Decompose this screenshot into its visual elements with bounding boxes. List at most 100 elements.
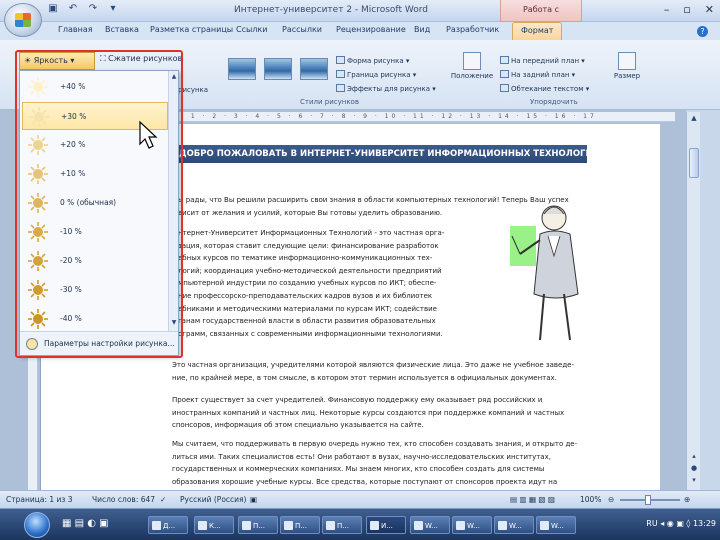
zoom-level[interactable]: 100% bbox=[580, 495, 601, 504]
ribbon-tabs: Главная Вставка Разметка страницы Ссылки… bbox=[0, 22, 720, 40]
save-icon[interactable]: ▣ bbox=[46, 3, 60, 14]
quick-launch-icons[interactable]: ▦ ▤ ◐ ▣ bbox=[62, 518, 109, 529]
picture-style-thumb[interactable] bbox=[228, 58, 256, 80]
scroll-thumb[interactable] bbox=[689, 148, 699, 178]
undo-icon[interactable]: ↶ bbox=[66, 3, 80, 14]
taskbar-button[interactable]: W... bbox=[494, 516, 534, 534]
tab-insert[interactable]: Вставка bbox=[105, 25, 139, 34]
tab-home[interactable]: Главная bbox=[58, 25, 93, 34]
brightness-option-label: +30 % bbox=[61, 112, 87, 121]
picture-style-thumb[interactable] bbox=[264, 58, 292, 80]
brightness-sun-icon bbox=[28, 135, 48, 155]
menu-scrollbar[interactable]: ▲ ▼ bbox=[168, 71, 178, 331]
close-icon[interactable]: ✕ bbox=[705, 3, 714, 16]
brightness-sun-icon bbox=[28, 222, 48, 242]
brightness-option[interactable]: -10 % bbox=[22, 218, 168, 246]
brightness-option[interactable]: -40 % bbox=[22, 305, 168, 333]
brightness-option-label: -10 % bbox=[60, 227, 82, 236]
tray-language[interactable]: RU bbox=[646, 519, 657, 528]
taskbar-button[interactable]: П... bbox=[322, 516, 362, 534]
status-bar: Страница: 1 из 3 Число слов: 647 ✓ Русск… bbox=[0, 490, 720, 508]
help-icon[interactable]: ? bbox=[697, 26, 708, 37]
picture-effects-button[interactable]: Эффекты для рисунка ▾ bbox=[336, 84, 436, 93]
menu-scroll-up-icon[interactable]: ▲ bbox=[169, 73, 179, 80]
bring-front-icon bbox=[500, 56, 509, 64]
brightness-option[interactable]: -20 % bbox=[22, 247, 168, 275]
brightness-button[interactable]: ☀ Яркость ▾ bbox=[19, 52, 95, 70]
maximize-icon[interactable]: ▫ bbox=[683, 3, 690, 16]
text-wrap-button[interactable]: Обтекание текстом ▾ bbox=[500, 84, 589, 93]
position-button[interactable]: Положение bbox=[450, 52, 494, 80]
brightness-option-label: +20 % bbox=[60, 140, 86, 149]
minimize-icon[interactable]: – bbox=[664, 3, 670, 16]
brightness-sun-icon bbox=[29, 107, 49, 127]
zoom-slider-knob[interactable] bbox=[645, 495, 651, 505]
tab-format[interactable]: Формат bbox=[512, 22, 563, 40]
tab-mailings[interactable]: Рассылки bbox=[282, 25, 322, 34]
brightness-option[interactable]: -30 % bbox=[22, 276, 168, 304]
picture-shape-button[interactable]: Форма рисунка ▾ bbox=[336, 56, 409, 65]
brightness-option-label: +40 % bbox=[60, 82, 86, 91]
office-logo-icon bbox=[15, 13, 31, 27]
size-button[interactable]: Размер bbox=[612, 52, 642, 80]
picture-options-item[interactable]: Параметры настройки рисунка... bbox=[20, 331, 178, 355]
brightness-sun-icon bbox=[28, 280, 48, 300]
tray-icons[interactable]: ◂ ◉ ▣ ◊ bbox=[660, 519, 690, 528]
customize-qat-icon[interactable]: ▾ bbox=[106, 3, 120, 14]
picture-style-thumb[interactable] bbox=[300, 58, 328, 80]
zoom-in-icon[interactable]: ⊕ bbox=[684, 495, 690, 504]
taskbar-button[interactable]: И... bbox=[366, 516, 406, 534]
brightness-option[interactable]: +40 % bbox=[22, 73, 168, 101]
next-page-icon[interactable]: ▾ bbox=[689, 476, 699, 486]
brightness-sun-icon bbox=[28, 164, 48, 184]
taskbar-button[interactable]: Д... bbox=[148, 516, 188, 534]
word-count[interactable]: Число слов: 647 bbox=[92, 495, 155, 504]
tab-review[interactable]: Рецензирование bbox=[336, 25, 406, 34]
document-banner: ДОБРО ПОЖАЛОВАТЬ В ИНТЕРНЕТ-УНИВЕРСИТЕТ … bbox=[175, 145, 587, 163]
paragraph-2: Это частная организация, учредителями ко… bbox=[172, 361, 575, 382]
tab-view[interactable]: Вид bbox=[414, 25, 430, 34]
menu-scroll-down-icon[interactable]: ▼ bbox=[169, 319, 179, 326]
taskbar-button[interactable]: W... bbox=[410, 516, 450, 534]
picture-options-label: Параметры настройки рисунка... bbox=[44, 339, 175, 348]
taskbar-button[interactable]: К... bbox=[194, 516, 234, 534]
fragment-label: рисунка bbox=[178, 86, 209, 94]
size-icon bbox=[618, 52, 636, 70]
bring-to-front-button[interactable]: На передний план ▾ bbox=[500, 56, 585, 65]
compress-pictures-button[interactable]: ⛶ Сжатие рисунков bbox=[100, 54, 182, 64]
tab-page-layout[interactable]: Разметка страницы bbox=[150, 25, 233, 34]
view-buttons[interactable]: ▤ ▥ ▦ ▧ ▨ bbox=[510, 495, 555, 504]
tab-developer[interactable]: Разработчик bbox=[446, 25, 499, 34]
proofing-icon[interactable]: ✓ bbox=[160, 495, 166, 504]
browse-object-icon[interactable]: ● bbox=[689, 464, 699, 474]
brightness-option-label: +10 % bbox=[60, 169, 86, 178]
clock[interactable]: 13:29 bbox=[693, 519, 716, 528]
brightness-menu: +40 % +30 % +20 % +10 % 0 % (обычная) -1… bbox=[19, 70, 179, 356]
shape-icon bbox=[336, 56, 345, 64]
tab-references[interactable]: Ссылки bbox=[236, 25, 267, 34]
brightness-sun-icon bbox=[28, 309, 48, 329]
quick-access-toolbar: ▣ ↶ ↷ ▾ bbox=[46, 3, 120, 14]
border-icon bbox=[336, 70, 345, 78]
send-back-icon bbox=[500, 70, 509, 78]
send-to-back-button[interactable]: На задний план ▾ bbox=[500, 70, 575, 79]
macro-icon[interactable]: ▣ bbox=[250, 495, 257, 504]
brightness-option[interactable]: +10 % bbox=[22, 160, 168, 188]
taskbar-button[interactable]: П... bbox=[280, 516, 320, 534]
taskbar-button[interactable]: W... bbox=[452, 516, 492, 534]
taskbar-button[interactable]: W... bbox=[536, 516, 576, 534]
picture-border-button[interactable]: Граница рисунка ▾ bbox=[336, 70, 416, 79]
office-button[interactable] bbox=[4, 3, 42, 37]
previous-page-icon[interactable]: ▴ bbox=[689, 452, 699, 462]
teacher-clipart[interactable] bbox=[510, 196, 590, 346]
scroll-up-icon[interactable]: ▲ bbox=[689, 114, 699, 124]
vertical-scrollbar[interactable]: ▲ ▴ ● ▾ bbox=[686, 112, 700, 490]
brightness-option[interactable]: 0 % (обычная) bbox=[22, 189, 168, 217]
page-counter[interactable]: Страница: 1 из 3 bbox=[6, 495, 73, 504]
taskbar-button[interactable]: П... bbox=[238, 516, 278, 534]
start-button[interactable] bbox=[24, 512, 50, 538]
zoom-out-icon[interactable]: ⊖ bbox=[608, 495, 614, 504]
redo-icon[interactable]: ↷ bbox=[86, 3, 100, 14]
language-indicator[interactable]: Русский (Россия) bbox=[180, 495, 246, 504]
system-tray: RU ◂ ◉ ▣ ◊ 13:29 bbox=[646, 519, 716, 528]
